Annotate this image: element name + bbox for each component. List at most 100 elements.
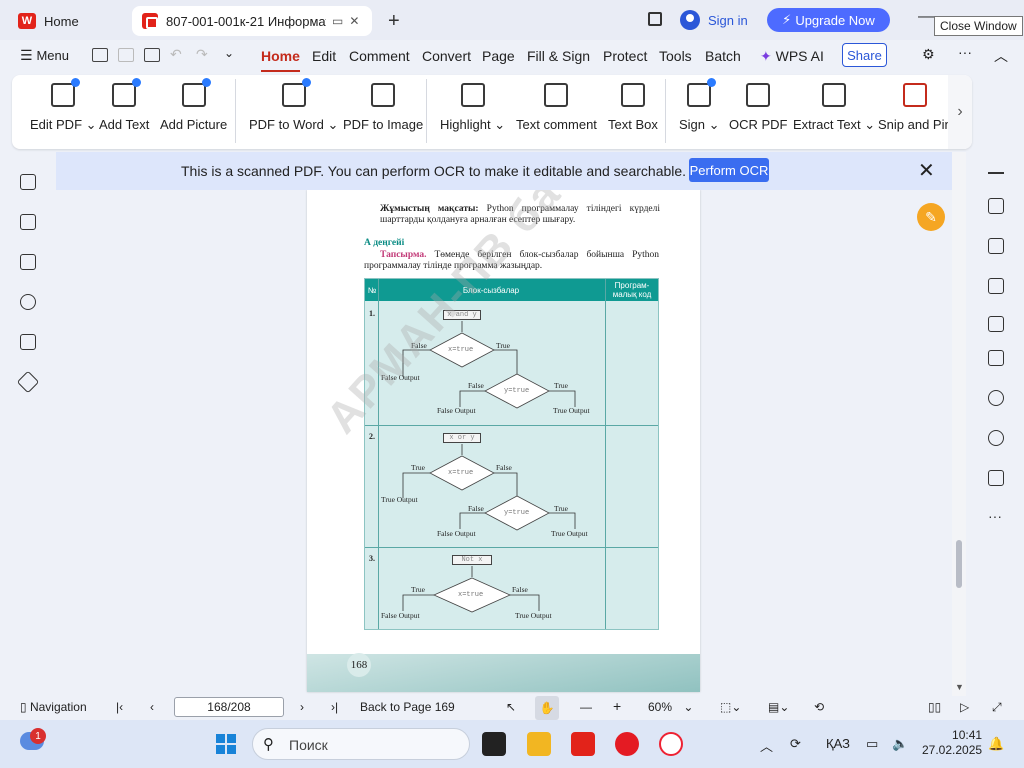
sign-pen-panel-icon[interactable] [988,278,1004,294]
navigation-toggle[interactable]: ▯ Navigation [20,700,87,714]
print-icon[interactable] [144,48,160,62]
zoom-in-icon[interactable]: + [613,698,621,714]
thumbnails-icon[interactable] [20,214,36,230]
taskbar-search[interactable]: ⚲ Поиск [252,728,470,760]
task-view-icon[interactable] [482,732,506,756]
menu-home[interactable]: Home [261,48,300,72]
text-comment-button[interactable]: Text comment [516,83,597,132]
first-page-icon[interactable]: |‹ [116,700,123,714]
file-explorer-icon[interactable] [527,732,551,756]
new-tab-button[interactable]: + [388,10,400,33]
tray-overflow-icon[interactable]: ︿ [760,736,773,755]
redo-icon[interactable]: ↷ [196,46,208,63]
panel-minimize-icon[interactable] [988,172,1004,174]
pdf-to-image-button[interactable]: PDF to Image [343,83,423,132]
wps-ai-button[interactable]: ✦ WPS AI [760,48,824,65]
menu-protect[interactable]: Protect [603,48,647,64]
collapse-ribbon-icon[interactable]: ︿ [994,46,1008,66]
ribbon-scroll-right-icon[interactable]: › [948,75,972,149]
pdf-to-word-button[interactable]: PDF to Word ⌄ [249,78,338,133]
hand-tool-icon[interactable]: ✋ [535,696,559,720]
fullscreen-icon[interactable]: ⤢ [992,700,1002,715]
perform-ocr-button[interactable]: Perform OCR [689,158,769,182]
scroll-down-arrow-icon[interactable]: ▼ [955,682,964,692]
quick-access-chevron-icon[interactable]: ⌄ [224,46,234,60]
help-icon[interactable] [988,430,1004,446]
sync-icon[interactable]: ⟳ [790,736,801,752]
snip-and-pin-button[interactable]: Snip and Pin [878,83,952,132]
text-box-button[interactable]: Text Box [608,83,658,132]
fit-page-icon[interactable]: ⬚⌄ [720,700,741,714]
convert-doc-icon[interactable] [988,238,1004,254]
tab-document[interactable]: 807-001-001к-21 Информатика ▭ ✕ [132,6,372,36]
wps-office-taskbar-icon[interactable] [571,732,595,756]
scrollbar-thumb[interactable] [956,540,962,588]
opera-browser-icon[interactable] [615,732,639,756]
keyboard-language[interactable]: ҚАЗ [826,736,850,751]
read-mode-icon[interactable]: ▯▯ [928,700,941,714]
play-icon[interactable]: ▷ [960,700,969,714]
system-clock[interactable]: 10:41 27.02.2025 [922,728,982,758]
save-icon[interactable] [118,48,134,62]
menu-convert[interactable]: Convert [422,48,471,64]
share-button[interactable]: Share [842,43,887,67]
menu-button[interactable]: ☰ Menu [20,47,69,64]
add-picture-button[interactable]: Add Picture [160,78,227,132]
upgrade-button[interactable]: ⚡ Upgrade Now [767,8,890,32]
back-to-page-link[interactable]: Back to Page 169 [360,700,455,714]
ocr-bar-close-icon[interactable]: ✕ [918,158,935,183]
menu-fill-sign[interactable]: Fill & Sign [527,48,590,64]
attachment-icon[interactable] [20,294,36,310]
add-text-button[interactable]: Add Text [99,78,149,132]
windows-start-icon[interactable] [216,734,236,754]
extract-text-button[interactable]: Extract Text ⌄ [793,83,875,133]
search-icon[interactable] [988,390,1004,406]
open-folder-icon[interactable] [92,48,108,62]
minimize-button[interactable]: — [918,8,934,26]
menu-page[interactable]: Page [482,48,515,64]
menu-edit[interactable]: Edit [312,48,336,64]
tab-close-icon[interactable]: ✕ [349,14,359,28]
window-layout-icon[interactable] [648,12,662,26]
page-layout-icon[interactable]: ▤⌄ [768,700,789,714]
layers-icon[interactable] [16,370,40,394]
rotate-page-icon[interactable]: ⟲ [814,700,824,714]
notifications-bell-icon[interactable]: 🔔 [988,736,1004,752]
comments-icon[interactable] [20,254,36,270]
floating-edit-pen-icon[interactable]: ✎ [917,203,945,231]
compare-icon[interactable] [988,316,1004,332]
sign-button[interactable]: Sign ⌄ [679,78,720,133]
document-viewer[interactable]: Жұмыстың мақсаты: Python программалау ті… [56,152,952,696]
next-page-icon[interactable]: › [300,700,304,714]
highlight-button[interactable]: Highlight ⌄ [440,83,505,133]
more-tools-icon[interactable]: ··· [988,508,1002,524]
tab-window-icon[interactable]: ▭ [332,14,343,28]
signature-icon[interactable] [20,334,36,350]
more-options-icon[interactable]: ··· [958,44,972,60]
zoom-level-select[interactable]: 60% ⌄ [648,700,693,714]
book-open-icon[interactable] [988,350,1004,366]
sign-in-button[interactable]: Sign in [680,10,748,30]
edit-pdf-button[interactable]: Edit PDF ⌄ [30,78,97,133]
menu-batch[interactable]: Batch [705,48,741,64]
last-page-icon[interactable]: ›| [331,700,338,714]
page-number-input[interactable]: 168/208 [174,697,284,717]
vertical-scrollbar[interactable]: ▼ [952,152,966,696]
previous-page-icon[interactable]: ‹ [150,700,154,714]
snip-and-pin-label: Snip and Pin [878,117,952,132]
row-1-d2-output-left: False Output [437,406,476,415]
tab-home[interactable]: W Home [8,6,128,36]
yandex-browser-icon[interactable] [659,732,683,756]
zoom-out-icon[interactable]: — [580,700,592,714]
menu-comment[interactable]: Comment [349,48,410,64]
network-icon[interactable]: ▭ [866,736,878,752]
volume-icon[interactable]: 🔈 [892,736,908,752]
undo-icon[interactable]: ↶ [170,46,182,63]
menu-tools[interactable]: Tools [659,48,692,64]
edit-note-icon[interactable] [988,198,1004,214]
book-dictionary-icon[interactable] [988,470,1004,486]
select-cursor-icon[interactable]: ↖ [506,700,516,714]
bookmark-icon[interactable] [20,174,36,190]
ocr-pdf-button[interactable]: OCR PDF [729,83,788,132]
settings-gear-icon[interactable]: ⚙ [922,46,935,63]
